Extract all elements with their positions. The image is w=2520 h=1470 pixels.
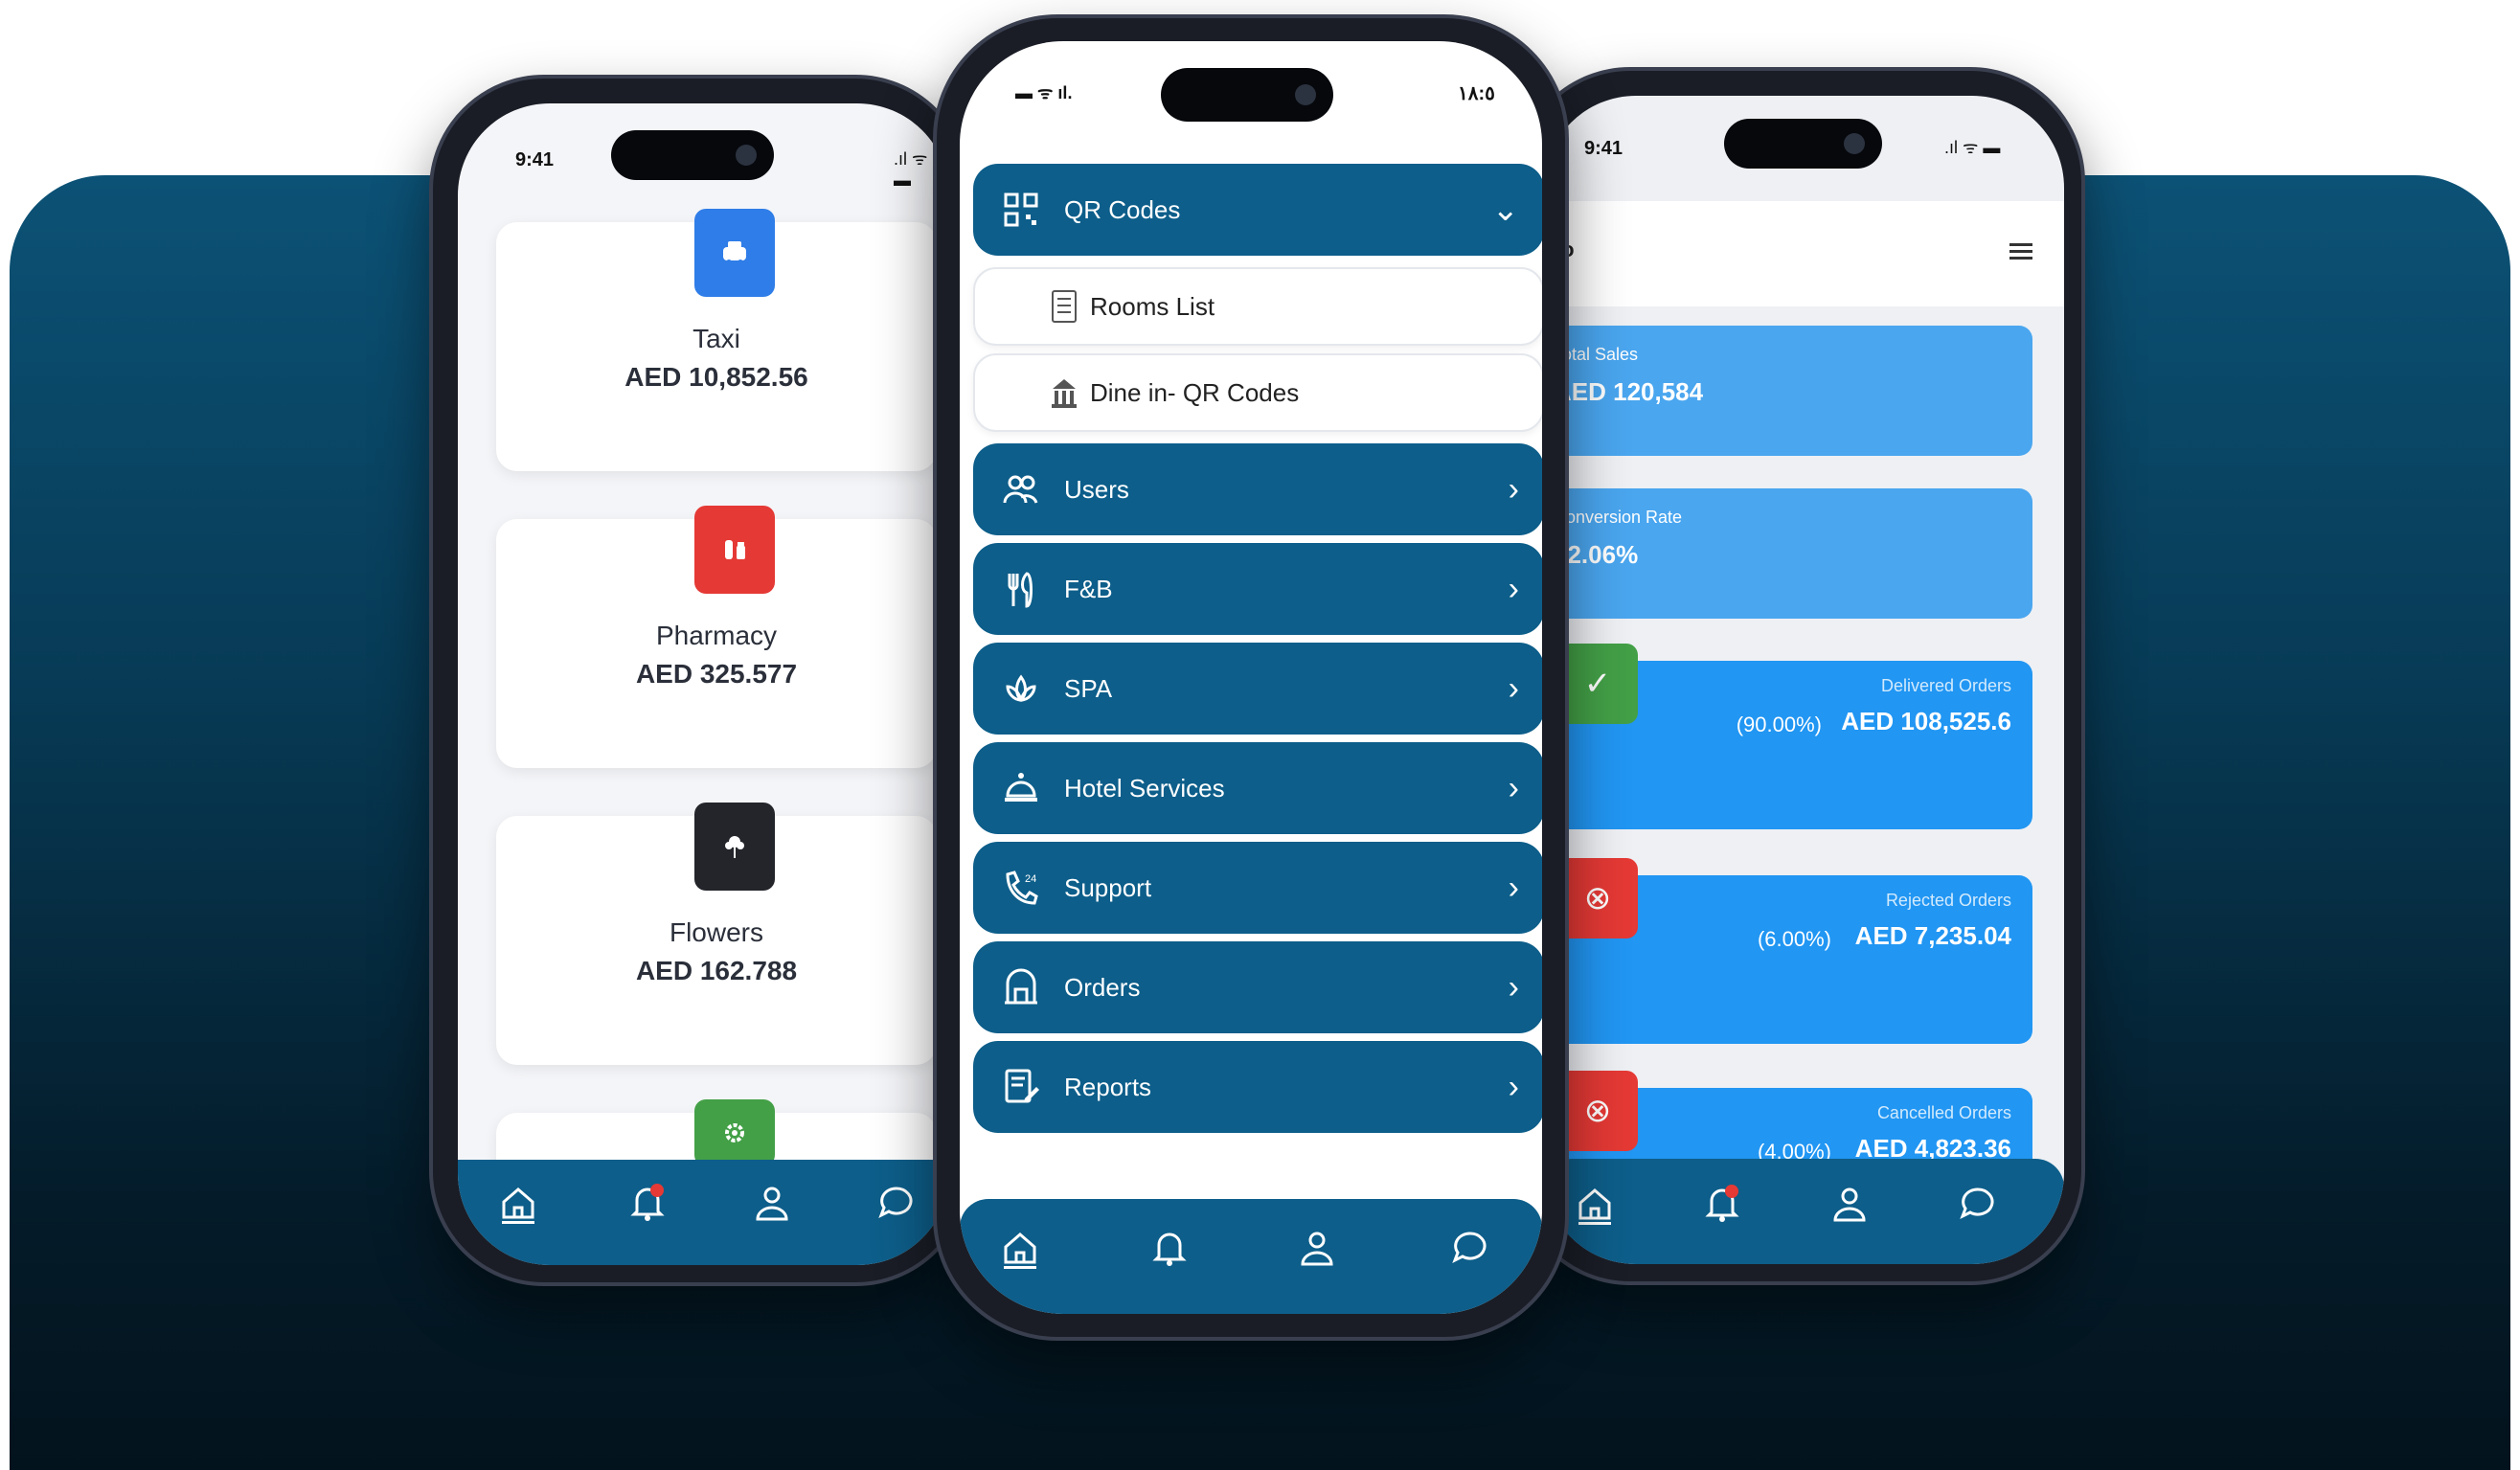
report-icon [1005, 1069, 1039, 1103]
list-icon [1052, 290, 1077, 323]
service-value: AED 325.577 [635, 659, 798, 689]
menu-label: QR Codes [1064, 194, 1181, 224]
chevron-right-icon: › [1508, 969, 1519, 1006]
menu-hotel-services[interactable]: Hotel Services › [973, 742, 1542, 834]
order-value: AED 7,235.04 [1854, 921, 2011, 950]
dynamic-island [1161, 68, 1333, 122]
submenu-rooms-list[interactable]: Rooms List [973, 267, 1542, 346]
qr-icon [1004, 192, 1038, 227]
chat-icon[interactable] [1448, 1226, 1492, 1270]
service-card-flowers[interactable]: Flowers AED 162.788 [496, 803, 937, 1065]
order-label: Rejected Orders [1885, 891, 2011, 910]
home-icon[interactable] [496, 1181, 540, 1225]
chevron-right-icon: › [1508, 870, 1519, 906]
close-circle-icon: ⊗ [1557, 858, 1638, 939]
bottom-nav [1544, 1159, 2064, 1264]
bell-icon[interactable] [1147, 1226, 1192, 1270]
pharmacy-icon [694, 506, 775, 594]
home-icon[interactable] [998, 1226, 1042, 1270]
phone-center-screen: ▬ ᯤ ıl. ١٨:٥ QR Codes ⌄ Rooms List Dine … [960, 41, 1542, 1314]
service-value: AED 162.788 [635, 956, 798, 985]
bell-icon[interactable] [1700, 1182, 1744, 1226]
chevron-right-icon: › [1508, 770, 1519, 806]
menu-qr-codes[interactable]: QR Codes ⌄ [973, 164, 1542, 256]
user-icon[interactable] [1828, 1182, 1872, 1226]
chevron-right-icon: › [1508, 670, 1519, 707]
chat-icon[interactable] [874, 1181, 919, 1225]
stat-card-conversion[interactable]: Conversion Rate 12.06% [1544, 488, 2032, 619]
submenu-dine-in-qr[interactable]: Dine in- QR Codes [973, 353, 1542, 432]
bottom-nav [458, 1160, 949, 1265]
user-icon[interactable] [1295, 1226, 1339, 1270]
menu-label: Hotel Services [1064, 773, 1225, 803]
lotus-icon [1006, 674, 1036, 703]
service-value: AED 10,852.56 [624, 362, 808, 392]
menu-fnb[interactable]: F&B › [973, 543, 1542, 635]
order-percent: (90.00%) [1736, 712, 1822, 736]
stat-card-total-sales[interactable]: Total Sales AED 120,584 [1544, 326, 2032, 456]
users-icon [1003, 475, 1038, 504]
phone-left: 9:41 .ıl ᯤ ▬ Taxi AED 10,852.56 Pharmacy… [429, 75, 970, 1286]
dynamic-island [611, 130, 774, 180]
bottom-nav [960, 1199, 1542, 1314]
chevron-down-icon: ⌄ [1491, 192, 1520, 228]
service-name: Flowers [669, 917, 763, 947]
phone-24-icon: 24 [1006, 871, 1038, 905]
service-card-taxi[interactable]: Taxi AED 10,852.56 [496, 209, 937, 471]
menu-icon[interactable] [2008, 239, 2034, 262]
settings-icon [694, 1099, 775, 1166]
menu-users[interactable]: Users › [973, 443, 1542, 535]
menu-spa[interactable]: SPA › [973, 643, 1542, 735]
order-percent: (6.00%) [1757, 927, 1831, 951]
menu-label: Orders [1064, 972, 1141, 1002]
status-time: ١٨:٥ [1458, 83, 1495, 104]
store-icon [1005, 968, 1037, 1005]
taxi-icon [694, 209, 775, 297]
status-time: 9:41 [515, 149, 555, 170]
phone-right-screen: 9:41 .ıl ᯤ ▬ lo Total Sales AED 120,584 … [1544, 96, 2064, 1264]
chevron-right-icon: › [1508, 1069, 1519, 1105]
menu-label: Users [1064, 474, 1129, 504]
svg-text:24: 24 [1025, 873, 1036, 885]
signal-icon: ▬ ᯤ ıl. [1015, 83, 1073, 102]
close-circle-icon: ⊗ [1557, 1071, 1638, 1151]
check-icon: ✓ [1557, 644, 1638, 724]
chevron-right-icon: › [1508, 471, 1519, 508]
bell-icon[interactable] [625, 1181, 670, 1225]
dynamic-island [1724, 119, 1882, 169]
service-name: Pharmacy [655, 621, 778, 650]
flowers-icon [694, 803, 775, 891]
menu-support[interactable]: 24 Support › [973, 842, 1542, 934]
home-icon[interactable] [1573, 1182, 1617, 1226]
cutlery-icon [1008, 572, 1033, 608]
service-card-pharmacy[interactable]: Pharmacy AED 325.577 [496, 506, 937, 768]
stat-value: AED 120,584 [1554, 377, 1704, 406]
phone-left-screen: 9:41 .ıl ᯤ ▬ Taxi AED 10,852.56 Pharmacy… [458, 103, 949, 1265]
order-label: Delivered Orders [1880, 676, 2011, 695]
phone-center: ▬ ᯤ ıl. ١٨:٥ QR Codes ⌄ Rooms List Dine … [933, 14, 1569, 1341]
status-time: 9:41 [1584, 138, 1623, 159]
menu-orders[interactable]: Orders › [973, 941, 1542, 1033]
order-value: AED 108,525.6 [1841, 707, 2011, 735]
menu-reports[interactable]: Reports › [973, 1041, 1542, 1133]
menu-label: SPA [1064, 673, 1113, 703]
chevron-right-icon: › [1508, 571, 1519, 607]
menu-label: Support [1064, 872, 1152, 902]
signal-icon: .ıl ᯤ ▬ [1944, 138, 2001, 157]
phone-right: 9:41 .ıl ᯤ ▬ lo Total Sales AED 120,584 … [1515, 67, 2085, 1285]
order-label: Cancelled Orders [1876, 1103, 2011, 1122]
chat-icon[interactable] [1956, 1182, 2000, 1226]
mockup-stage: 9:41 .ıl ᯤ ▬ Taxi AED 10,852.56 Pharmacy… [0, 0, 2520, 1470]
menu-label: Reports [1064, 1072, 1152, 1101]
submenu-label: Rooms List [1090, 291, 1215, 321]
user-icon[interactable] [750, 1181, 794, 1225]
bell-service-icon [1005, 773, 1037, 802]
stat-label: Conversion Rate [1554, 508, 1683, 527]
app-header: lo [1544, 201, 2064, 306]
building-icon [1052, 379, 1077, 408]
menu-label: F&B [1064, 574, 1113, 603]
service-name: Taxi [692, 324, 740, 353]
submenu-label: Dine in- QR Codes [1090, 377, 1300, 407]
